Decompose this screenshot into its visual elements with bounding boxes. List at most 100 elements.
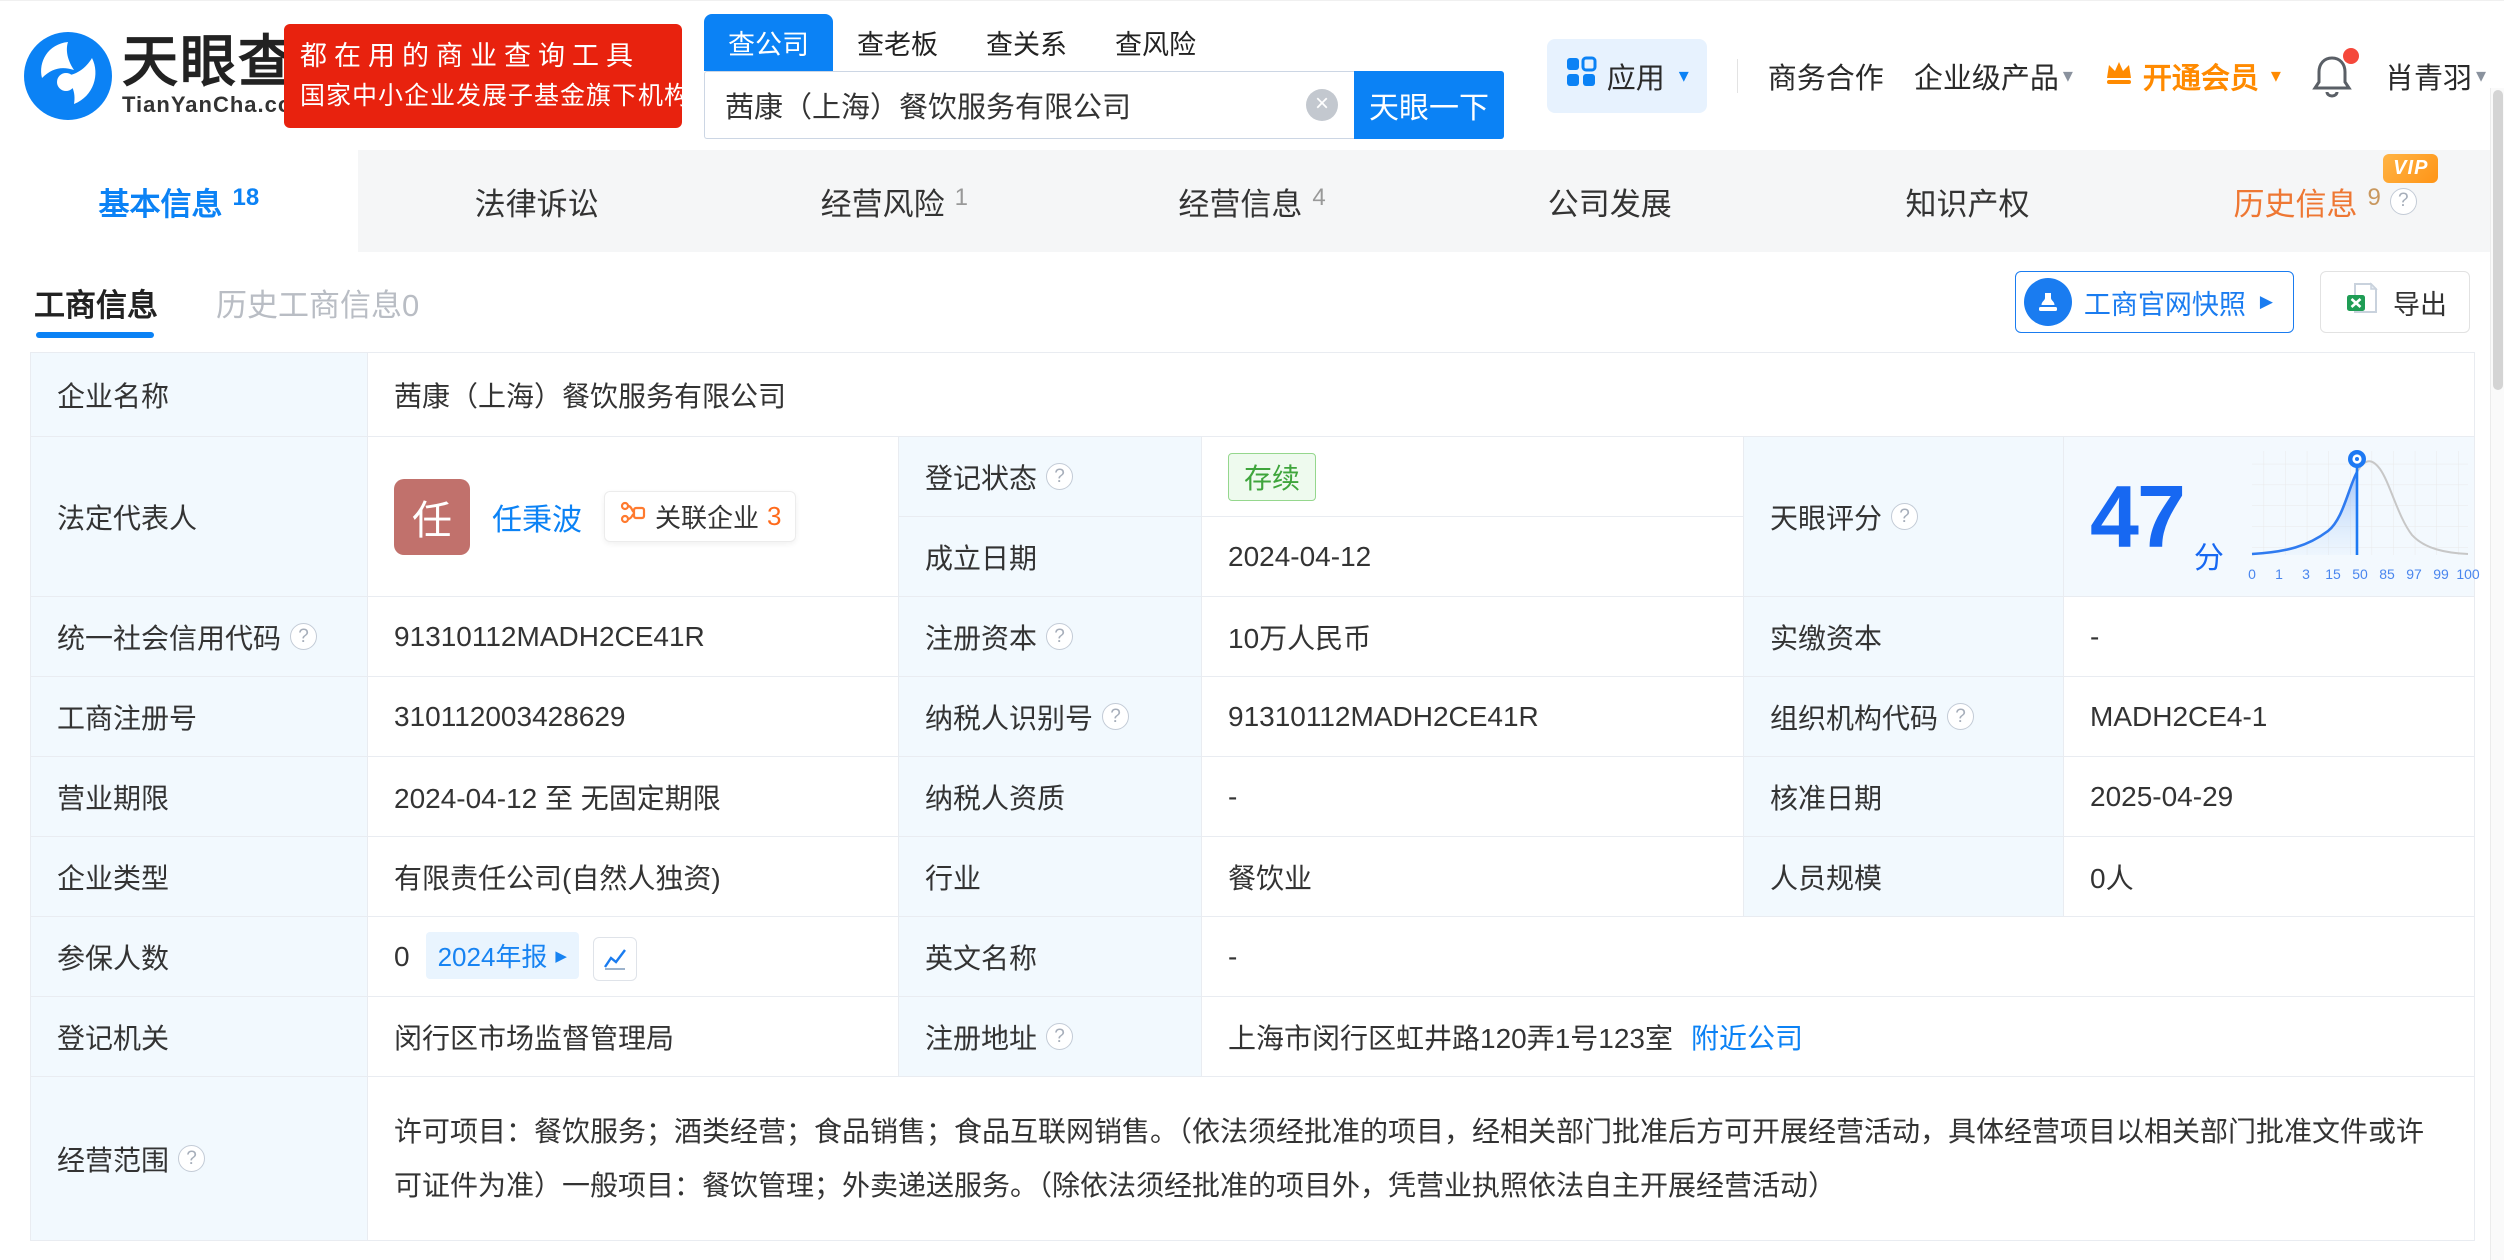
tab-label: 法律诉讼 xyxy=(475,179,599,224)
trend-chart-icon[interactable] xyxy=(593,937,637,981)
related-companies-label: 关联企业 xyxy=(655,498,759,535)
tab-count: 1 xyxy=(955,184,968,212)
est-date-label: 成立日期 xyxy=(899,517,1202,597)
search-tab-risk[interactable]: 查风险 xyxy=(1091,14,1220,71)
english-name-label: 英文名称 xyxy=(899,917,1202,997)
nav-business-cooperation[interactable]: 商务合作 xyxy=(1768,55,1884,97)
chevron-down-icon: ▾ xyxy=(2271,63,2281,88)
tab-label: 历史信息 xyxy=(2233,179,2357,224)
tab-operating-risk[interactable]: 经营风险 1 xyxy=(715,150,1073,252)
paid-capital-label: 实缴资本 xyxy=(1744,597,2064,677)
tab-history-info[interactable]: VIP 历史信息 9 ? xyxy=(2146,150,2504,252)
scrollbar-thumb[interactable] xyxy=(2493,90,2503,390)
tab-legal-proceedings[interactable]: 法律诉讼 xyxy=(358,150,716,252)
username: 肖青羽 xyxy=(2385,55,2472,97)
score-cell[interactable]: 47 分 xyxy=(2064,437,2475,597)
score-axis-tick: 85 xyxy=(2379,566,2395,582)
user-menu[interactable]: 肖青羽 ▾ xyxy=(2385,55,2486,97)
company-name-value: 茜康（上海）餐饮服务有限公司 xyxy=(368,353,2475,437)
search-button[interactable]: 天眼一下 xyxy=(1354,71,1504,139)
subtab-label: 历史工商信息0 xyxy=(216,280,419,325)
score-distribution-chart: 0 1 3 15 50 85 97 99 100 xyxy=(2240,443,2480,591)
related-companies-badge[interactable]: 关联企业 3 xyxy=(604,491,796,542)
reg-address-label: 注册地址? xyxy=(899,997,1202,1077)
related-companies-count: 3 xyxy=(767,501,781,532)
score-axis-tick: 99 xyxy=(2433,566,2449,582)
official-snapshot-button[interactable]: 工商官网快照 ▶ xyxy=(2015,271,2294,333)
logo[interactable]: 天眼查 TianYanCha.com xyxy=(22,30,274,122)
search-tabs: 查公司 查老板 查关系 查风险 xyxy=(704,17,1504,71)
top-header: 天眼查 TianYanCha.com 都在用的商业查询工具 国家中小企业发展子基… xyxy=(0,0,2504,150)
credit-code-value: 91310112MADH2CE41R xyxy=(368,597,899,677)
help-icon[interactable]: ? xyxy=(1046,623,1073,650)
search-area: 查公司 查老板 查关系 查风险 × 天眼一下 xyxy=(704,17,1504,139)
clear-search-icon[interactable]: × xyxy=(1306,89,1338,121)
paid-capital-value: - xyxy=(2064,597,2475,677)
tab-count: 9 xyxy=(2367,184,2380,212)
reg-status-value: 存续 xyxy=(1202,437,1744,517)
apps-menu-button[interactable]: 应用 ▾ xyxy=(1547,39,1707,113)
help-icon[interactable]: ? xyxy=(1891,503,1918,530)
score-label: 天眼评分? xyxy=(1744,437,2064,597)
arrow-right-icon: ▶ xyxy=(2260,292,2273,312)
subtab-label: 工商信息 xyxy=(34,280,158,325)
export-button-label: 导出 xyxy=(2393,283,2447,322)
staff-size-value: 0人 xyxy=(2064,837,2475,917)
search-tab-relation[interactable]: 查关系 xyxy=(962,14,1091,71)
search-input[interactable] xyxy=(725,88,1306,121)
reg-capital-value: 10万人民币 xyxy=(1202,597,1744,677)
subtab-business-info[interactable]: 工商信息 xyxy=(34,252,158,352)
reg-address-value: 上海市闵行区虹井路120弄1号123室附近公司 xyxy=(1202,997,2475,1077)
help-icon[interactable]: ? xyxy=(2390,188,2417,215)
reg-status-label: 登记状态? xyxy=(899,437,1202,517)
annual-report-link[interactable]: 2024年报▶ xyxy=(426,932,579,979)
tab-label: 基本信息 xyxy=(99,179,223,224)
scrollbar[interactable] xyxy=(2490,88,2504,1260)
tab-basic-info[interactable]: 基本信息 18 xyxy=(0,150,358,252)
help-icon[interactable]: ? xyxy=(1046,463,1073,490)
subtab-history-business-info[interactable]: 历史工商信息0 xyxy=(216,252,419,352)
legal-rep-link[interactable]: 任秉波 xyxy=(492,495,582,539)
vip-badge: VIP xyxy=(2383,154,2438,183)
nav-enterprise-products[interactable]: 企业级产品 ▾ xyxy=(1914,55,2073,97)
credit-code-label: 统一社会信用代码? xyxy=(31,597,368,677)
chevron-down-icon: ▾ xyxy=(2476,63,2486,88)
est-date-value: 2024-04-12 xyxy=(1202,517,1744,597)
nearby-companies-link[interactable]: 附近公司 xyxy=(1691,1023,1803,1054)
score-axis-tick: 15 xyxy=(2325,566,2341,582)
score-axis-tick: 97 xyxy=(2406,566,2422,582)
score-axis-tick: 0 xyxy=(2248,566,2256,582)
help-icon[interactable]: ? xyxy=(1046,1023,1073,1050)
legal-rep-avatar[interactable]: 任 xyxy=(394,479,470,555)
search-tab-boss[interactable]: 查老板 xyxy=(833,14,962,71)
company-type-value: 有限责任公司(自然人独资) xyxy=(368,837,899,917)
score-axis-tick: 1 xyxy=(2275,566,2283,582)
approval-date-value: 2025-04-29 xyxy=(2064,757,2475,837)
reg-authority-value: 闵行区市场监督管理局 xyxy=(368,997,899,1077)
english-name-value: - xyxy=(1202,917,2475,997)
company-section-tabs: 基本信息 18 法律诉讼 经营风险 1 经营信息 4 公司发展 知识产权 VIP… xyxy=(0,150,2504,252)
notification-bell-icon[interactable] xyxy=(2311,52,2355,100)
help-icon[interactable]: ? xyxy=(290,623,317,650)
tab-label: 经营风险 xyxy=(821,179,945,224)
reg-authority-label: 登记机关 xyxy=(31,997,368,1077)
chevron-down-icon: ▾ xyxy=(2063,63,2073,88)
tab-operating-info[interactable]: 经营信息 4 xyxy=(1073,150,1431,252)
help-icon[interactable]: ? xyxy=(1102,703,1129,730)
chevron-down-icon: ▾ xyxy=(1679,63,1689,88)
staff-size-label: 人员规模 xyxy=(1744,837,2064,917)
tab-count: 18 xyxy=(233,184,260,212)
status-badge: 存续 xyxy=(1228,453,1316,501)
export-button[interactable]: 导出 xyxy=(2320,271,2470,333)
help-icon[interactable]: ? xyxy=(178,1145,205,1172)
help-icon[interactable]: ? xyxy=(1947,703,1974,730)
tab-label: 经营信息 xyxy=(1178,179,1302,224)
business-scope-value: 许可项目：餐饮服务；酒类经营；食品销售；食品互联网销售。（依法须经批准的项目，经… xyxy=(368,1077,2475,1241)
tab-company-development[interactable]: 公司发展 xyxy=(1431,150,1789,252)
apps-grid-icon xyxy=(1565,56,1597,96)
tab-intellectual-property[interactable]: 知识产权 xyxy=(1789,150,2147,252)
promo-line-1: 都在用的商业查询工具 xyxy=(300,36,666,78)
nav-vip-upgrade[interactable]: 开通会员 ▾ xyxy=(2103,55,2281,97)
legal-rep-value: 任 任秉波 关联企业 3 xyxy=(368,437,899,597)
search-tab-company[interactable]: 查公司 xyxy=(704,14,833,71)
